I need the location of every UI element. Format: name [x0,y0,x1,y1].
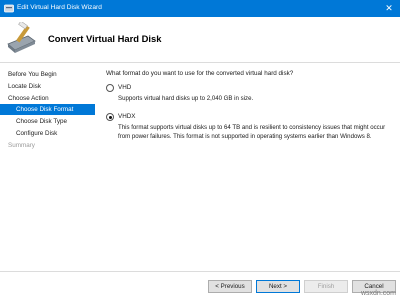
step-before-you-begin[interactable]: Before You Begin [0,69,95,80]
vhd-radio[interactable] [106,84,114,92]
vhdx-label[interactable]: VHDX [118,113,136,120]
close-icon[interactable]: ✕ [378,0,400,17]
page-title: Convert Virtual Hard Disk [48,33,162,44]
step-configure-disk[interactable]: Configure Disk [0,128,95,139]
previous-button[interactable]: < Previous [208,280,252,293]
vhdx-radio[interactable] [106,113,114,121]
step-locate-disk[interactable]: Locate Disk [0,81,95,92]
format-question: What format do you want to use for the c… [106,70,294,77]
disk-app-icon [4,4,14,13]
step-choose-action[interactable]: Choose Action [0,93,95,104]
vhd-label[interactable]: VHD [118,84,131,91]
title-bar: Edit Virtual Hard Disk Wizard ✕ [0,0,400,17]
window-title: Edit Virtual Hard Disk Wizard [17,4,102,11]
watermark: wsxdn.com [360,290,396,297]
step-summary[interactable]: Summary [0,140,95,151]
vhdx-description: This format supports virtual disks up to… [118,124,386,140]
next-button[interactable]: Next > [256,280,300,293]
vhd-description: Supports virtual hard disks up to 2,040 … [118,95,254,102]
main-content: What format do you want to use for the c… [96,64,400,271]
step-choose-disk-type[interactable]: Choose Disk Type [0,116,95,127]
wizard-footer: < Previous Next > Finish Cancel [0,271,400,301]
wizard-steps: Before You Begin Locate Disk Choose Acti… [0,64,95,271]
finish-button[interactable]: Finish [304,280,348,293]
wizard-disk-icon [7,22,36,53]
wizard-header: Convert Virtual Hard Disk [0,17,400,63]
step-choose-disk-format[interactable]: Choose Disk Format [0,104,95,115]
